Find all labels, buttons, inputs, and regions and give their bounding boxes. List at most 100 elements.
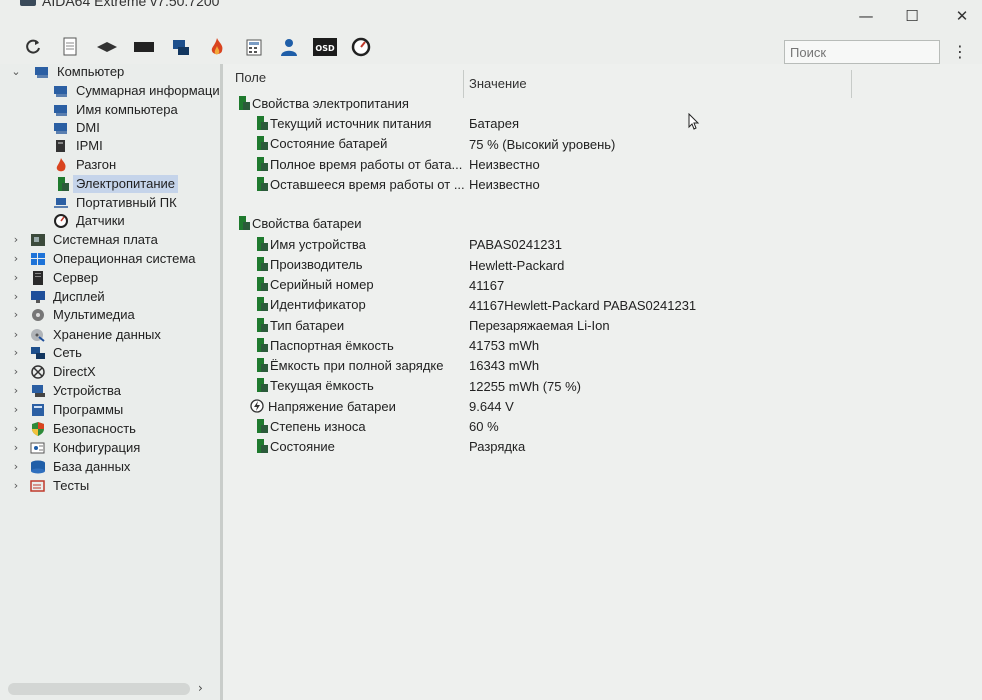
property-row[interactable]: Оставшееся время работы от ... xyxy=(253,174,465,194)
property-row[interactable]: Имя устройства xyxy=(253,234,366,254)
battery-icon xyxy=(53,176,69,191)
tree-item-tests[interactable]: Тесты xyxy=(30,476,92,495)
tree-item-programs[interactable]: Программы xyxy=(30,400,126,419)
tree-item-storage[interactable]: Хранение данных xyxy=(30,325,164,344)
search-input[interactable] xyxy=(784,40,940,64)
expand-chevron-icon[interactable]: › xyxy=(11,305,21,324)
gauge-icon[interactable] xyxy=(350,36,372,58)
expand-chevron-icon[interactable]: › xyxy=(11,438,21,457)
benchmark-icon[interactable] xyxy=(96,36,118,58)
tree-item-summary[interactable]: Суммарная информация xyxy=(53,81,220,100)
scroll-right-icon[interactable]: › xyxy=(198,681,210,697)
expand-chevron-icon[interactable]: › xyxy=(11,419,21,438)
calculator-icon[interactable] xyxy=(243,36,265,58)
tree-item-ipmi[interactable]: IPMI xyxy=(53,136,106,155)
network-icon[interactable] xyxy=(170,36,192,58)
tree-item-devices[interactable]: Устройства xyxy=(30,381,124,400)
expand-chevron-icon[interactable]: › xyxy=(11,476,21,495)
property-row[interactable]: Текущая ёмкость xyxy=(253,375,374,395)
close-button[interactable]: ✕ xyxy=(942,4,982,28)
tree-item-configuration[interactable]: Конфигурация xyxy=(30,438,143,457)
column-divider[interactable] xyxy=(463,70,464,98)
property-value: Батарея xyxy=(469,116,520,131)
expand-chevron-icon[interactable]: › xyxy=(11,249,21,268)
tree-item-network[interactable]: Сеть xyxy=(30,343,85,362)
property-row[interactable]: Идентификатор xyxy=(253,294,366,314)
expand-chevron-icon[interactable]: › xyxy=(11,400,21,419)
property-value: Hewlett-Packard xyxy=(469,258,565,273)
property-field: Паспортная ёмкость xyxy=(270,337,394,353)
tree-item-label: Конфигурация xyxy=(53,439,141,455)
horizontal-scrollbar[interactable] xyxy=(8,683,190,695)
display-icon xyxy=(30,290,46,304)
tree-item-computer-name[interactable]: Имя компьютера xyxy=(53,100,181,119)
property-row[interactable]: Текущий источник питания xyxy=(253,113,431,133)
expand-chevron-icon[interactable]: › xyxy=(11,343,21,362)
property-field: Состояние xyxy=(270,438,335,454)
monitor-icon[interactable] xyxy=(133,36,155,58)
tree-item-overclock[interactable]: Разгон xyxy=(53,155,119,174)
config-icon xyxy=(30,441,46,455)
battery-icon xyxy=(253,317,268,333)
tree-item-power[interactable]: Электропитание xyxy=(53,174,178,193)
osd-icon[interactable]: OSD xyxy=(313,36,337,58)
user-icon[interactable] xyxy=(278,36,300,58)
tree-item-sensors[interactable]: Датчики xyxy=(53,211,128,230)
property-row[interactable]: Состояние батарей xyxy=(253,133,387,153)
expand-chevron-icon[interactable]: › xyxy=(11,362,21,381)
ipmi-icon xyxy=(53,139,69,153)
tree-item-multimedia[interactable]: Мультимедиа xyxy=(30,305,138,324)
tree-item-os[interactable]: Операционная система xyxy=(30,249,199,268)
tree-item-portable-pc[interactable]: Портативный ПК xyxy=(53,193,180,212)
property-row[interactable]: Серийный номер xyxy=(253,274,374,294)
flame-icon[interactable] xyxy=(206,36,228,58)
tree-item-computer[interactable]: Компьютер xyxy=(34,64,127,81)
server-icon xyxy=(30,270,46,285)
expand-chevron-icon[interactable]: › xyxy=(11,457,21,476)
property-field: Тип батареи xyxy=(270,317,345,333)
property-row[interactable]: Паспортная ёмкость xyxy=(253,335,394,355)
expand-chevron-icon[interactable]: › xyxy=(11,325,21,344)
column-value[interactable]: Значение xyxy=(469,76,527,91)
minimize-button[interactable]: — xyxy=(846,4,886,28)
tree-item-label: Хранение данных xyxy=(53,326,161,342)
property-row[interactable]: Ёмкость при полной зарядке xyxy=(253,355,443,375)
property-row[interactable]: Степень износа xyxy=(253,416,366,436)
property-value: 60 % xyxy=(469,419,499,434)
property-value: 41167 xyxy=(469,278,505,293)
report-icon[interactable] xyxy=(59,36,81,58)
property-row[interactable]: Напряжение батареи xyxy=(249,396,396,416)
tree-item-display[interactable]: Дисплей xyxy=(30,287,108,306)
section-header[interactable]: Свойства электропитания xyxy=(235,93,409,113)
tree-item-directx[interactable]: DirectX xyxy=(30,362,99,381)
property-row[interactable]: Производитель xyxy=(253,254,363,274)
tree-item-security[interactable]: Безопасность xyxy=(30,419,139,438)
expand-chevron-icon[interactable]: › xyxy=(11,230,21,249)
property-row[interactable]: Полное время работы от бата... xyxy=(253,154,462,174)
tree-item-label: Тесты xyxy=(53,477,90,493)
property-field: Состояние батарей xyxy=(270,135,388,151)
gauge-icon xyxy=(53,213,69,228)
expand-chevron-icon[interactable]: › xyxy=(11,381,21,400)
property-row[interactable]: Тип батареи xyxy=(253,315,344,335)
more-options-icon[interactable]: ⋮ xyxy=(952,42,968,62)
details-panel: Поле Значение Свойства электропитания Те… xyxy=(223,64,982,700)
refresh-icon[interactable] xyxy=(22,36,44,58)
column-divider[interactable] xyxy=(851,70,852,98)
tree-item-server[interactable]: Сервер xyxy=(30,268,101,287)
voltage-icon xyxy=(249,398,265,414)
section-header[interactable]: Свойства батареи xyxy=(235,213,362,233)
maximize-button[interactable]: ☐ xyxy=(892,4,932,28)
tree-item-database[interactable]: База данных xyxy=(30,457,133,476)
property-field: Производитель xyxy=(270,256,363,272)
collapse-chevron-icon[interactable]: ⌄ xyxy=(11,64,21,81)
property-row[interactable]: Состояние xyxy=(253,436,335,456)
property-value: 16343 mWh xyxy=(469,358,540,373)
expand-chevron-icon[interactable]: › xyxy=(11,287,21,306)
column-field[interactable]: Поле xyxy=(235,70,266,85)
tree-item-dmi[interactable]: DMI xyxy=(53,118,103,137)
computer-icon xyxy=(53,121,69,135)
expand-chevron-icon[interactable]: › xyxy=(11,268,21,287)
tree-item-motherboard[interactable]: Системная плата xyxy=(30,230,161,249)
computer-icon xyxy=(34,65,50,79)
